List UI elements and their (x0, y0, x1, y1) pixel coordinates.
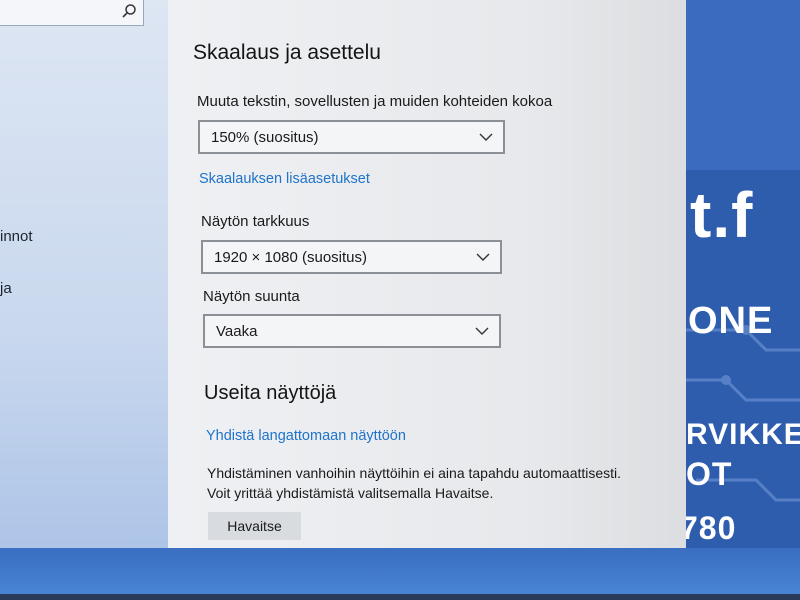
poster-text-line5: 780 (686, 510, 737, 546)
search-icon[interactable] (121, 3, 137, 19)
poster-text-line4: OT (686, 456, 733, 492)
bezel-stripe (0, 594, 800, 600)
connect-wireless-display-link[interactable]: Yhdistä langattomaan näyttöön (206, 428, 406, 444)
sidebar-item-notifications[interactable]: innot (0, 228, 33, 245)
orientation-label: Näytön suunta (203, 288, 300, 305)
chevron-down-icon (479, 133, 493, 141)
chevron-down-icon (475, 327, 489, 335)
scale-dropdown-value: 150% (suositus) (211, 129, 319, 146)
screen-bottom-edge (0, 548, 800, 600)
scale-dropdown[interactable]: 150% (suositus) (198, 120, 505, 154)
sidebar-item-focus[interactable]: ja (0, 280, 12, 297)
search-input[interactable] (0, 0, 144, 26)
poster-text-line1: t.f (690, 179, 754, 251)
poster-text-line2: ONE (688, 300, 774, 342)
resolution-label: Näytön tarkkuus (201, 213, 310, 230)
advanced-scaling-link[interactable]: Skaalauksen lisäasetukset (199, 171, 370, 187)
resolution-dropdown-value: 1920 × 1080 (suositus) (214, 249, 368, 266)
chevron-down-icon (476, 253, 490, 261)
detect-info-line1: Yhdistäminen vanhoihin näyttöihin ei ain… (207, 465, 622, 481)
orientation-dropdown[interactable]: Vaaka (203, 314, 501, 348)
resolution-dropdown[interactable]: 1920 × 1080 (suositus) (201, 240, 502, 274)
background-poster: t.f ONE RVIKKE OT 780 (686, 0, 800, 600)
scaling-section-title: Skaalaus ja asettelu (193, 41, 381, 64)
sidebar: innot ja (0, 0, 168, 600)
orientation-dropdown-value: Vaaka (216, 323, 258, 340)
poster-text-line3: RVIKKE (686, 418, 800, 451)
detect-info-line2: Voit yrittää yhdistämistä valitsemalla H… (207, 485, 494, 501)
detect-button[interactable]: Havaitse (208, 512, 301, 540)
text-size-label: Muuta tekstin, sovellusten ja muiden koh… (197, 93, 553, 110)
multiple-displays-title: Useita näyttöjä (204, 382, 337, 404)
